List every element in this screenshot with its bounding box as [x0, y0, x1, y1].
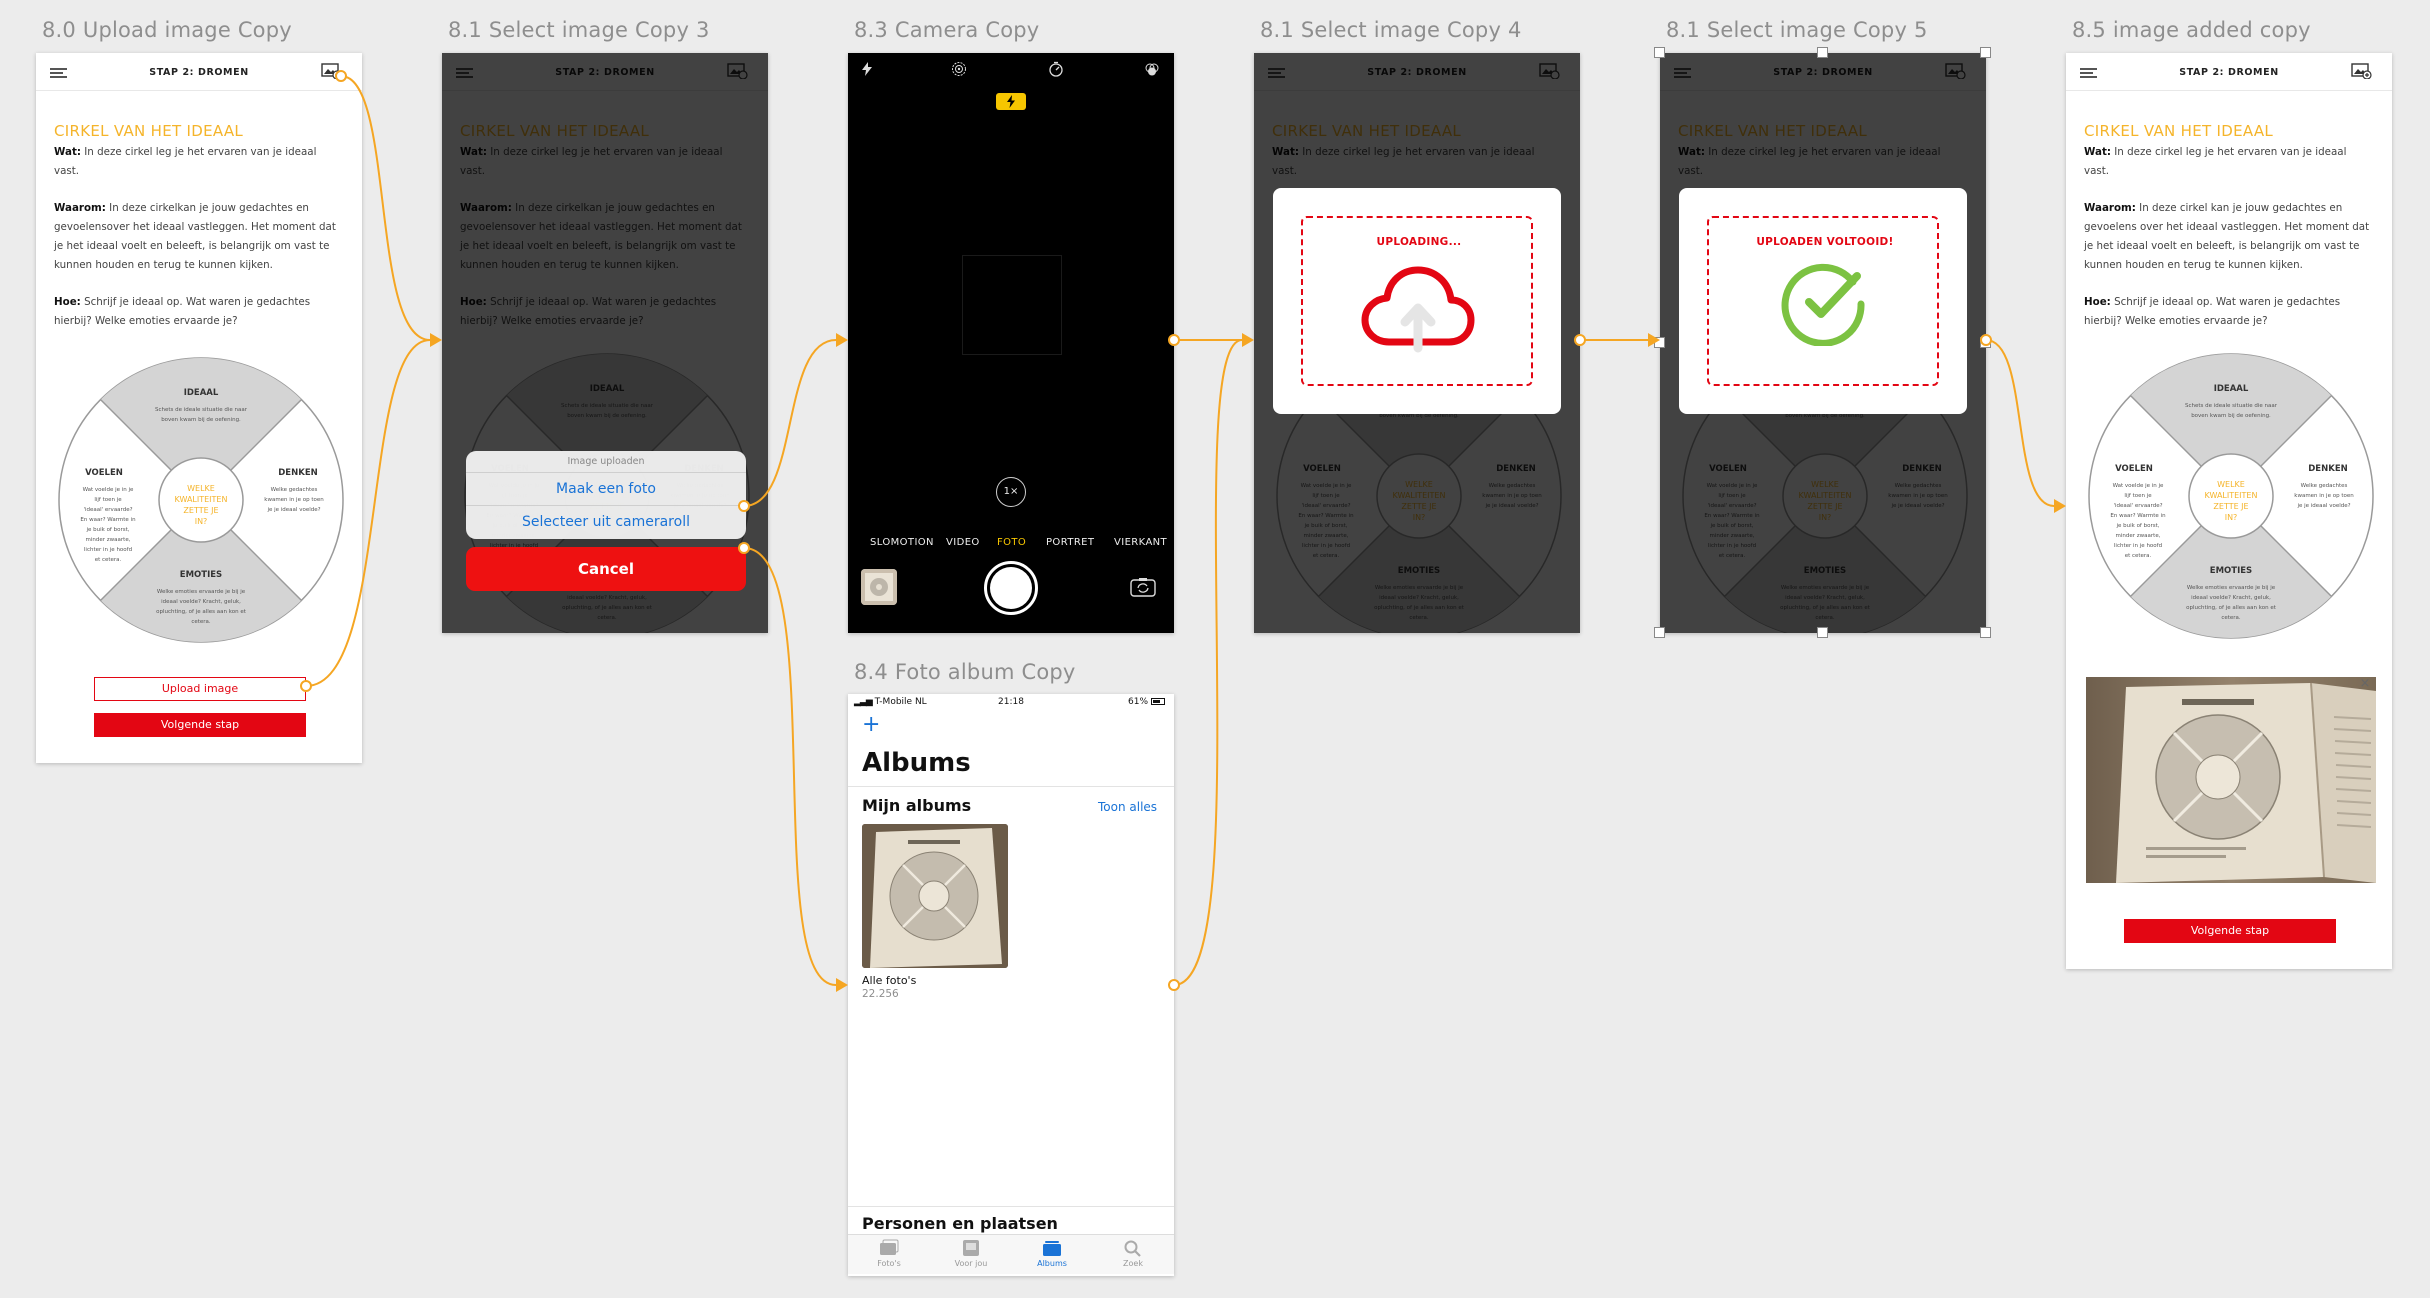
flow-link-done-to-added [1985, 339, 2055, 507]
flow-arrowhead [430, 333, 442, 347]
flow-arrowhead [1242, 333, 1254, 347]
flow-start-dot [335, 70, 347, 82]
flow-link-photo-to-camera [743, 339, 837, 507]
flow-link-roll-to-album [743, 547, 837, 986]
flow-arrowhead [836, 978, 848, 992]
flow-arrowhead [2054, 499, 2066, 513]
flow-arrowhead [1648, 333, 1660, 347]
flow-start-dot [1980, 334, 1992, 346]
flow-start-dot [1168, 979, 1180, 991]
flow-link-album-to-uploading [1173, 339, 1243, 986]
flow-start-dot [738, 500, 750, 512]
prototype-flow-links [300, 70, 2066, 992]
flow-link-header-to-select [340, 75, 431, 341]
flow-link-upload-to-select [305, 339, 431, 687]
flow-start-dot [738, 542, 750, 554]
flow-start-dot [300, 680, 312, 692]
flow-arrowhead [836, 333, 848, 347]
flow-start-dot [1574, 334, 1586, 346]
flow-start-dot [1168, 334, 1180, 346]
